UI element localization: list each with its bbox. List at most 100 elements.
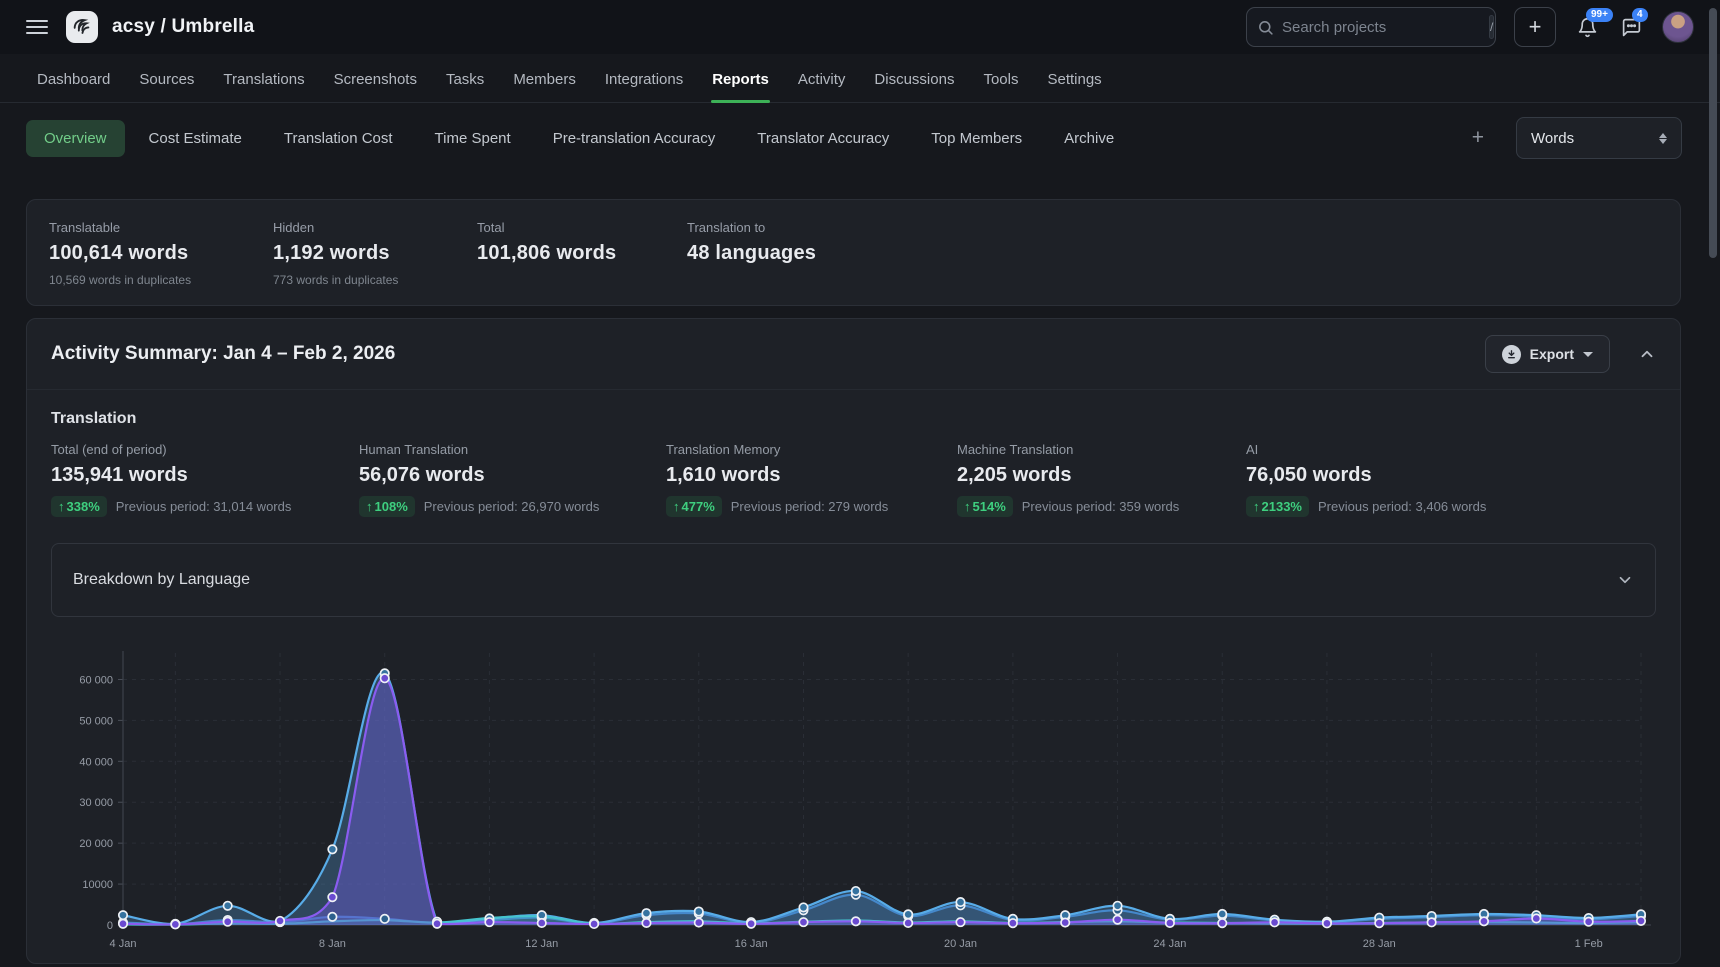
translation-stat-label: AI bbox=[1246, 442, 1656, 457]
series-purple-marker bbox=[1532, 914, 1540, 922]
previous-period-text: Previous period: 31,014 words bbox=[116, 499, 292, 514]
previous-period-text: Previous period: 359 words bbox=[1022, 499, 1180, 514]
series-purple-marker bbox=[852, 917, 860, 925]
nav-tab-tasks[interactable]: Tasks bbox=[445, 71, 485, 102]
series-sky-blue-marker bbox=[956, 898, 964, 906]
delta-value: 2133% bbox=[1262, 499, 1302, 514]
nav-tab-activity[interactable]: Activity bbox=[797, 71, 847, 102]
activity-header: Activity Summary: Jan 4 – Feb 2, 2026 Ex… bbox=[27, 319, 1680, 390]
caret-down-icon bbox=[1583, 352, 1593, 357]
svg-text:1 Feb: 1 Feb bbox=[1575, 938, 1603, 950]
create-project-button[interactable]: + bbox=[1514, 7, 1556, 47]
add-report-button[interactable]: + bbox=[1460, 122, 1496, 154]
download-icon bbox=[1502, 345, 1521, 364]
summary-stat-label: Translatable bbox=[49, 220, 273, 235]
nav-tab-sources[interactable]: Sources bbox=[138, 71, 195, 102]
series-sky-blue-marker bbox=[1218, 910, 1226, 918]
increase-arrow-icon: ↑ bbox=[1253, 499, 1260, 514]
series-purple-marker bbox=[328, 893, 336, 901]
notifications-badge: 99+ bbox=[1586, 8, 1613, 22]
breakdown-label: Breakdown by Language bbox=[73, 571, 250, 589]
series-sky-blue-marker bbox=[695, 907, 703, 915]
series-purple-marker bbox=[1270, 918, 1278, 926]
main-nav: Dashboard Sources Translations Screenshots T… bbox=[0, 54, 1720, 103]
word-summary-card: Translatable 100,614 words 10,569 words in… bbox=[26, 199, 1681, 306]
series-purple-marker bbox=[1218, 919, 1226, 927]
delta-pill: ↑338% bbox=[51, 496, 107, 517]
increase-arrow-icon: ↑ bbox=[964, 499, 971, 514]
svg-text:50 000: 50 000 bbox=[79, 715, 113, 727]
activity-title: Activity Summary: Jan 4 – Feb 2, 2026 bbox=[51, 343, 395, 365]
translation-stat: AI76,050 words↑2133%Previous period: 3,4… bbox=[1246, 442, 1656, 517]
summary-stat-value: 100,614 words bbox=[49, 242, 273, 265]
nav-tab-translations[interactable]: Translations bbox=[222, 71, 305, 102]
subtab-time-spent[interactable]: Time Spent bbox=[417, 120, 529, 157]
search-input[interactable] bbox=[1282, 19, 1481, 36]
subtab-pre-translation-accuracy[interactable]: Pre-translation Accuracy bbox=[535, 120, 734, 157]
series-purple-marker bbox=[1637, 917, 1645, 925]
summary-stat-note: 10,569 words in duplicates bbox=[49, 273, 273, 287]
menu-icon[interactable] bbox=[26, 20, 48, 34]
search-shortcut-hint: / bbox=[1489, 15, 1494, 39]
svg-text:8 Jan: 8 Jan bbox=[319, 938, 346, 950]
app-logo-icon[interactable] bbox=[66, 11, 98, 43]
series-purple-marker bbox=[1480, 917, 1488, 925]
increase-arrow-icon: ↑ bbox=[673, 499, 680, 514]
series-purple-marker bbox=[1323, 919, 1331, 927]
export-button[interactable]: Export bbox=[1485, 335, 1610, 373]
breakdown-by-language-panel[interactable]: Breakdown by Language bbox=[51, 543, 1656, 617]
search-box[interactable]: / bbox=[1246, 7, 1496, 47]
messages-button[interactable]: 4 bbox=[1618, 14, 1644, 40]
nav-tab-dashboard[interactable]: Dashboard bbox=[36, 71, 111, 102]
series-sky-blue-marker bbox=[119, 911, 127, 919]
subtab-top-members[interactable]: Top Members bbox=[913, 120, 1040, 157]
translation-stat-label: Machine Translation bbox=[957, 442, 1246, 457]
delta-value: 108% bbox=[375, 499, 408, 514]
user-avatar[interactable] bbox=[1662, 11, 1694, 43]
nav-tab-settings[interactable]: Settings bbox=[1046, 71, 1102, 102]
series-purple-marker bbox=[956, 918, 964, 926]
series-sky-blue-marker bbox=[1113, 902, 1121, 910]
nav-tab-tools[interactable]: Tools bbox=[982, 71, 1019, 102]
subtab-cost-estimate[interactable]: Cost Estimate bbox=[131, 120, 260, 157]
series-steel-blue-marker bbox=[381, 915, 389, 923]
nav-tab-screenshots[interactable]: Screenshots bbox=[333, 71, 418, 102]
collapse-button[interactable] bbox=[1638, 345, 1656, 363]
nav-tab-discussions[interactable]: Discussions bbox=[873, 71, 955, 102]
project-title: acsy / Umbrella bbox=[112, 16, 254, 38]
subtab-translation-cost[interactable]: Translation Cost bbox=[266, 120, 411, 157]
translation-stat-value: 2,205 words bbox=[957, 464, 1246, 487]
unit-select[interactable]: Words bbox=[1516, 117, 1682, 159]
summary-stat-value: 1,192 words bbox=[273, 242, 477, 265]
series-purple-marker bbox=[119, 920, 127, 928]
translation-stat-label: Total (end of period) bbox=[51, 442, 359, 457]
nav-tab-integrations[interactable]: Integrations bbox=[604, 71, 684, 102]
subtab-archive[interactable]: Archive bbox=[1046, 120, 1132, 157]
summary-stat-note: 773 words in duplicates bbox=[273, 273, 477, 287]
translation-stat-value: 56,076 words bbox=[359, 464, 666, 487]
reports-subnav: OverviewCost EstimateTranslation CostTim… bbox=[0, 103, 1720, 159]
translation-stat-value: 76,050 words bbox=[1246, 464, 1656, 487]
svg-text:12 Jan: 12 Jan bbox=[525, 938, 558, 950]
notifications-button[interactable]: 99+ bbox=[1574, 14, 1600, 40]
increase-arrow-icon: ↑ bbox=[366, 499, 373, 514]
export-label: Export bbox=[1530, 346, 1574, 362]
summary-stat-value: 101,806 words bbox=[477, 242, 687, 265]
nav-tab-members[interactable]: Members bbox=[512, 71, 577, 102]
translation-section-title: Translation bbox=[27, 390, 1680, 428]
series-purple-marker bbox=[1166, 919, 1174, 927]
subtab-translator-accuracy[interactable]: Translator Accuracy bbox=[739, 120, 907, 157]
nav-tab-reports[interactable]: Reports bbox=[711, 71, 770, 102]
translation-stat: Human Translation56,076 words↑108%Previo… bbox=[359, 442, 666, 517]
summary-stat: Total101,806 words bbox=[477, 220, 687, 287]
translation-stats: Total (end of period)135,941 words↑338%P… bbox=[27, 428, 1680, 517]
svg-text:4 Jan: 4 Jan bbox=[110, 938, 137, 950]
delta-pill: ↑514% bbox=[957, 496, 1013, 517]
chevron-up-icon bbox=[1638, 345, 1656, 363]
series-steel-blue-marker bbox=[328, 913, 336, 921]
subtab-overview[interactable]: Overview bbox=[26, 120, 125, 157]
previous-period-text: Previous period: 26,970 words bbox=[424, 499, 600, 514]
delta-pill: ↑108% bbox=[359, 496, 415, 517]
page-scrollbar[interactable] bbox=[1709, 8, 1717, 258]
series-sky-blue-marker bbox=[904, 910, 912, 918]
